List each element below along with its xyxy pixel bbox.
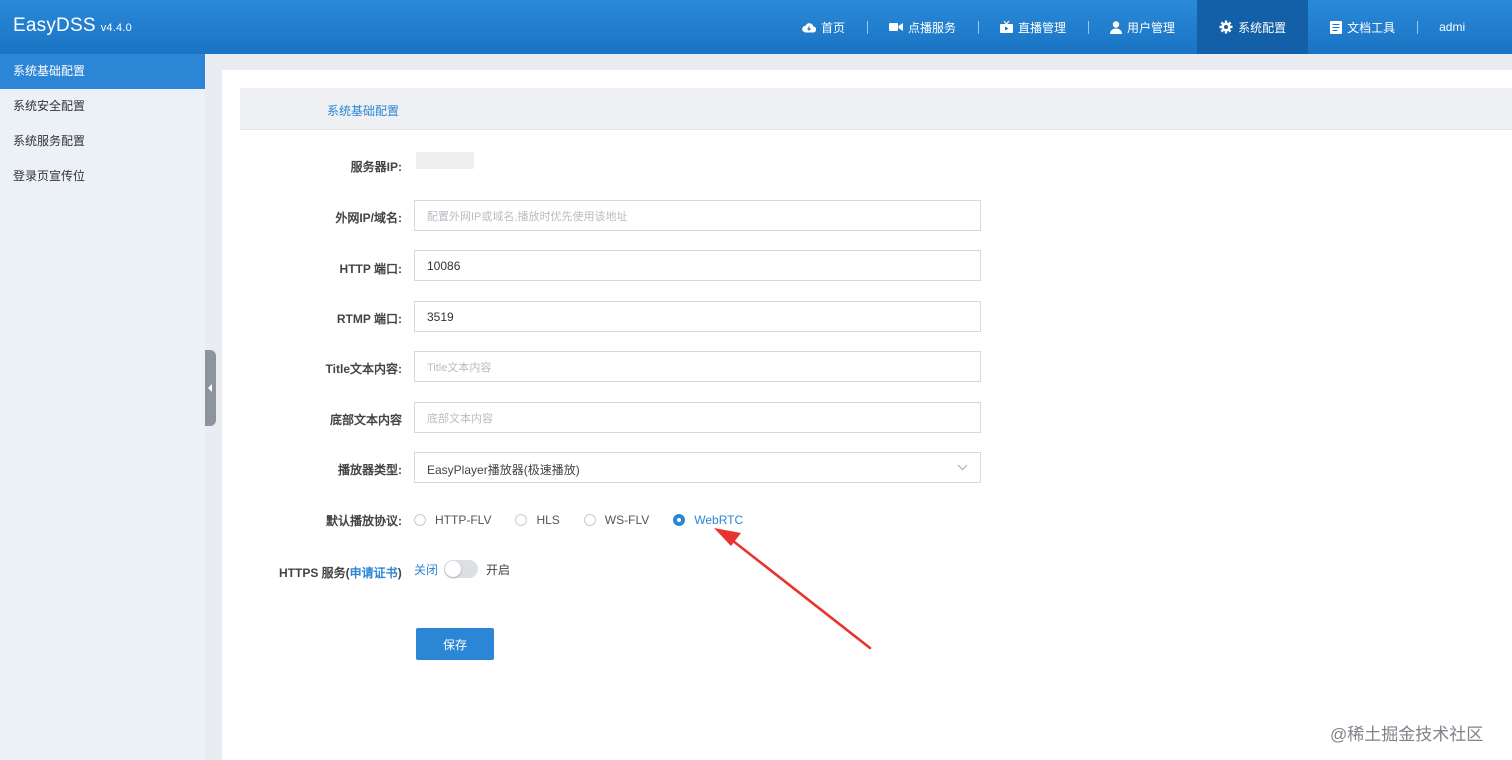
protocol-radio-http-flv[interactable]: HTTP-FLV [414,513,491,527]
nav-home[interactable]: 首页 [780,0,867,54]
nav-doc-tools-label: 文档工具 [1347,20,1396,35]
https-toggle[interactable] [444,560,479,578]
http-port-input[interactable] [414,250,981,281]
gear-icon [1219,20,1233,34]
player-type-value: EasyPlayer播放器(极速播放) [427,463,580,477]
radio-circle-icon [583,514,596,526]
panel-header: 系统基础配置 [240,88,1512,130]
protocol-option-label: WebRTC [694,513,744,527]
live-tv-icon [1000,21,1014,33]
nav-doc-tools[interactable]: 文档工具 [1308,0,1417,54]
save-button[interactable]: 保存 [416,628,494,660]
cloud-icon [802,22,816,33]
https-on-label: 开启 [486,562,511,577]
panel-title: 系统基础配置 [327,104,400,118]
title-text-label: Title文本内容: [325,362,402,376]
chevron-down-icon [957,464,968,471]
rtmp-port-input[interactable] [414,301,981,332]
nav-vod-label: 点播服务 [908,20,957,35]
sidebar-collapse-handle[interactable] [205,350,216,426]
nav-live-label: 直播管理 [1018,20,1067,35]
main-content: 系统基础配置 服务器IP: 外网IP/域名: HTTP 端口: RTMP 端口:… [222,70,1512,760]
https-label-text: HTTPS 服务( [279,566,350,580]
protocol-radio-ws-flv[interactable]: WS-FLV [583,513,650,527]
sidebar-item-service-config[interactable]: 系统服务配置 [0,124,205,159]
http-port-label: HTTP 端口: [339,262,402,276]
radio-circle-icon [515,514,528,526]
https-switch-row: 关闭 开启 [414,560,510,578]
protocol-option-label: WS-FLV [604,513,650,527]
nav-admin-label: admi [1439,20,1466,34]
sidebar-item-login-promo[interactable]: 登录页宣传位 [0,159,205,194]
nav-admin-user[interactable]: admi [1417,0,1487,54]
nav-system-config-label: 系统配置 [1238,20,1287,35]
external-ip-label: 外网IP/域名: [335,211,402,225]
radio-circle-icon [414,514,426,526]
watermark: @稀土掘金技术社区 [1330,725,1484,744]
footer-text-label: 底部文本内容 [329,413,402,427]
rtmp-port-label: RTMP 端口: [336,312,402,326]
app-version: v4.4.0 [100,22,132,34]
video-camera-icon [889,23,904,31]
nav-users-label: 用户管理 [1127,20,1176,35]
sidebar: 系统基础配置 系统安全配置 系统服务配置 登录页宣传位 [0,54,205,760]
external-ip-input[interactable] [414,200,981,231]
app-name: EasyDSS [13,15,96,36]
nav-users[interactable]: 用户管理 [1088,0,1197,54]
player-type-select[interactable]: EasyPlayer播放器(极速播放) [414,452,981,483]
document-icon [1330,20,1343,34]
https-off-label: 关闭 [414,562,439,577]
nav-system-config[interactable]: 系统配置 [1197,0,1309,54]
protocol-radio-group: HTTP-FLV HLS WS-FLV WebRTC [414,513,767,527]
protocol-radio-hls[interactable]: HLS [515,513,560,527]
server-ip-label: 服务器IP: [350,160,402,174]
title-text-input[interactable] [414,351,981,382]
protocol-radio-webrtc[interactable]: WebRTC [673,513,743,527]
sidebar-item-basic-config[interactable]: 系统基础配置 [0,54,205,89]
apply-cert-link[interactable]: 申请证书 [350,566,398,580]
user-icon [1110,20,1123,34]
toggle-knob [445,561,462,577]
nav-vod[interactable]: 点播服务 [867,0,978,54]
sidebar-item-security-config[interactable]: 系统安全配置 [0,89,205,124]
main-nav: 首页 点播服务 直播管理 用户管理 系统配置 文档工具 admi [780,0,1487,54]
https-label: HTTPS 服务(申请证书) [279,564,402,581]
nav-live[interactable]: 直播管理 [978,0,1088,54]
protocol-label: 默认播放协议: [326,514,402,528]
radio-checked-icon [673,514,686,526]
collapse-arrow-icon [208,384,212,392]
protocol-option-label: HTTP-FLV [435,513,492,527]
app-logo[interactable]: EasyDSS v4.4.0 [13,15,132,37]
player-type-label: 播放器类型: [338,463,402,477]
https-label-end: ) [397,566,402,580]
nav-home-label: 首页 [821,20,846,35]
server-ip-value-redacted [416,152,474,169]
footer-text-input[interactable] [414,402,981,433]
protocol-option-label: HLS [536,513,560,527]
top-navbar: EasyDSS v4.4.0 首页 点播服务 直播管理 用户管理 系统配置 文档工… [0,0,1512,54]
